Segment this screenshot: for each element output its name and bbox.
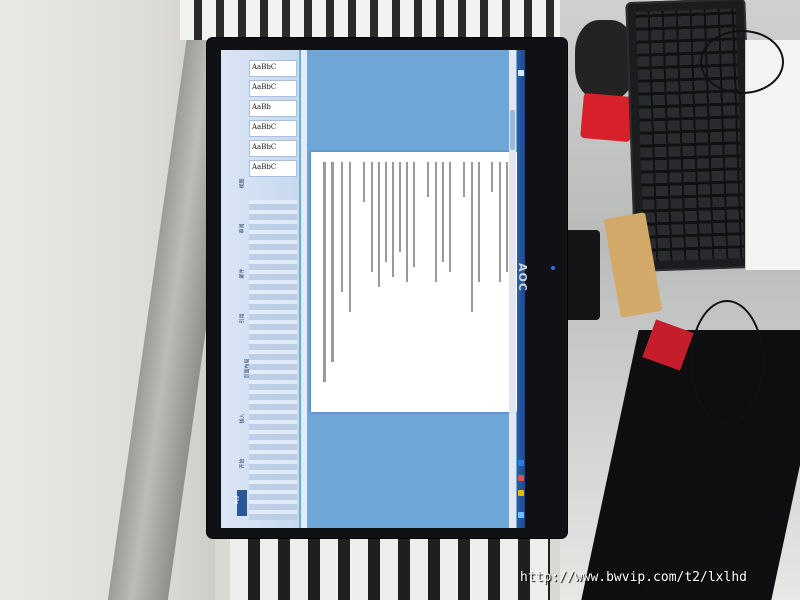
style-item[interactable]: AaBbC [249,160,297,177]
ribbon-tabs: 开始 插入 页面布局 引用 邮件 审阅 视图 [237,70,251,480]
text-line [427,162,429,197]
screen: File 开始 插入 页面布局 引用 邮件 审阅 视图 AaBbC AaBbC … [221,50,525,528]
text-line [385,162,387,262]
start-icon[interactable] [518,512,524,518]
text-line [471,162,473,312]
text-line [323,162,326,382]
text-line [442,162,444,262]
file-tab[interactable]: File [233,490,247,516]
folder-icon[interactable] [518,490,524,496]
text-line [463,162,465,197]
scroll-thumb[interactable] [510,110,515,150]
cable [690,300,764,424]
watermark-url: http://www.bwvip.com/t2/lxlhd [520,570,747,585]
text-line [413,162,415,267]
style-item[interactable]: AaBbC [249,140,297,157]
style-item[interactable]: AaBbC [249,60,297,77]
red-ornament [580,92,634,143]
monitor: File 开始 插入 页面布局 引用 邮件 审阅 视图 AaBbC AaBbC … [207,38,567,538]
tab-review[interactable]: 审阅 [239,223,246,233]
text-line [349,162,351,312]
style-item[interactable]: AaBbC [249,120,297,137]
clock-icon [518,70,524,76]
text-line [449,162,451,272]
tab-view[interactable]: 视图 [239,178,246,188]
text-line [399,162,401,252]
text-line [378,162,380,287]
window-blinds-top [180,0,610,40]
text-line [478,162,480,282]
text-line [371,162,373,272]
tab-mailings[interactable]: 邮件 [239,268,246,278]
styles-gallery: AaBbC AaBbC AaBb AaBbC AaBbC AaBbC [249,60,297,190]
tab-home[interactable]: 开始 [239,458,246,468]
cable [700,30,784,94]
text-line [506,162,508,272]
window-blinds-bottom [230,535,550,600]
formatting-toolbar [249,200,297,520]
style-item[interactable]: AaBb [249,100,297,117]
text-line [499,162,501,282]
text-line [331,162,334,362]
text-line [406,162,408,282]
word-icon[interactable] [518,460,524,466]
browser-icon[interactable] [518,475,524,481]
tab-insert[interactable]: 插入 [239,413,246,423]
text-line [392,162,394,277]
document-page[interactable] [311,152,521,412]
text-line [435,162,437,282]
power-led-icon [551,266,555,270]
text-line [491,162,493,192]
ruler [301,50,307,528]
text-line [363,162,365,202]
style-item[interactable]: AaBbC [249,80,297,97]
tab-references[interactable]: 引用 [239,313,246,323]
text-line [341,162,343,292]
monitor-brand-logo: AOC [516,263,529,292]
